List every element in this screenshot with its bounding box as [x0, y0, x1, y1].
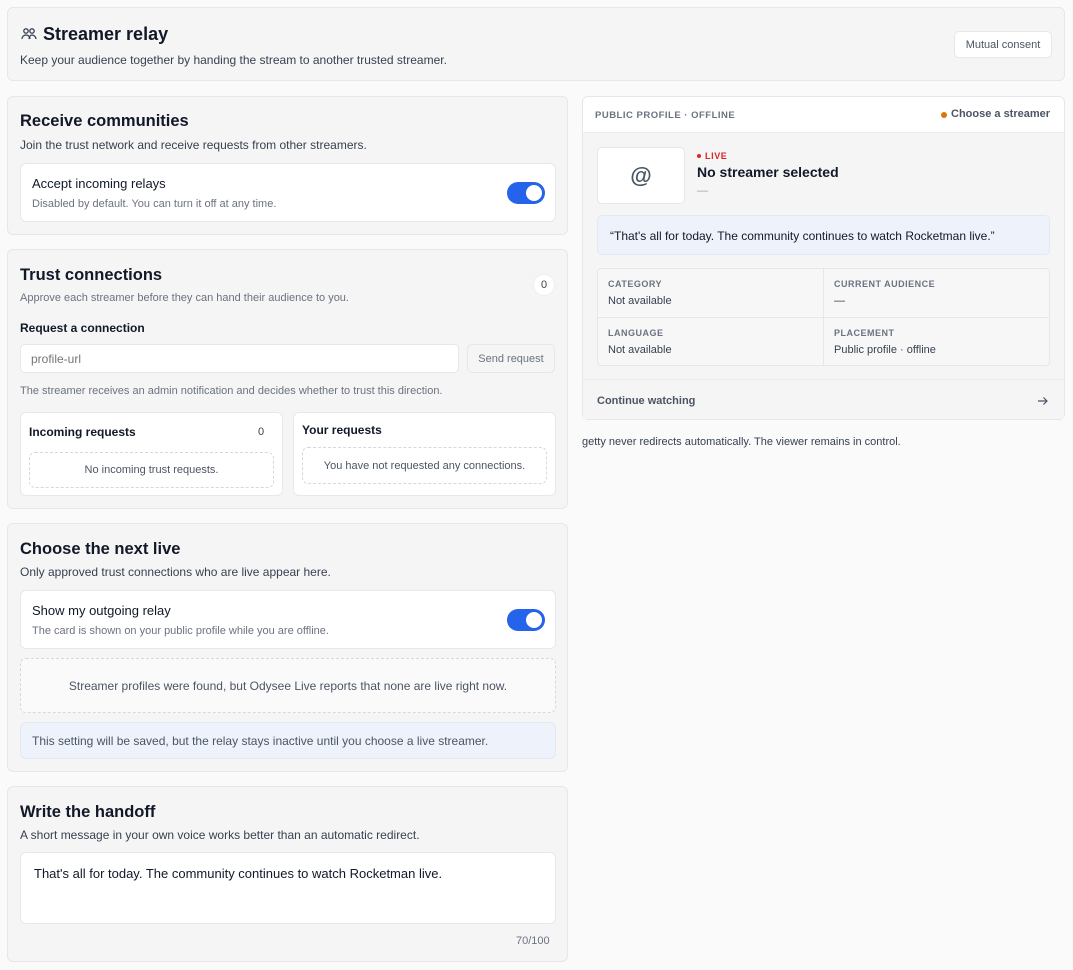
arrow-right-icon — [1037, 394, 1049, 412]
toggle-knob — [526, 185, 542, 201]
handoff-message-textarea[interactable]: That's all for today. The community cont… — [20, 852, 556, 924]
handoff-message-text: That's all for today. The community cont… — [34, 866, 443, 881]
outgoing-relay-row: Show my outgoing relay The card is shown… — [20, 590, 556, 649]
accept-relays-help: Disabled by default. You can turn it off… — [32, 198, 277, 210]
mutual-consent-badge: Mutual consent — [954, 31, 1052, 58]
profile-preview-card: PUBLIC PROFILE · OFFLINE Choose a stream… — [582, 96, 1065, 420]
people-icon — [21, 27, 37, 41]
next-live-title: Choose the next live — [20, 540, 181, 558]
header-panel: Streamer relay Keep your audience togeth… — [7, 7, 1065, 81]
send-request-button[interactable]: Send request — [467, 344, 555, 373]
trust-count-badge: 0 — [533, 274, 555, 296]
grid-value-audience: — — [834, 295, 845, 307]
handoff-char-counter: 70/100 — [516, 935, 550, 947]
incoming-requests-title: Incoming requests — [29, 425, 136, 439]
preview-body: @ LIVE No streamer selected — “That's al… — [583, 133, 1064, 379]
receive-communities-panel: Receive communities Join the trust netwo… — [7, 96, 568, 235]
trust-subtitle: Approve each streamer before they can ha… — [20, 292, 349, 304]
preview-header: PUBLIC PROFILE · OFFLINE Choose a stream… — [583, 97, 1064, 133]
trust-connections-panel: Trust connections Approve each streamer … — [7, 249, 568, 509]
your-requests-card: Your requests You have not requested any… — [293, 412, 556, 496]
no-live-streamers-empty-state: Streamer profiles were found, but Odysee… — [20, 658, 556, 713]
status-dot — [941, 112, 947, 118]
preview-footnote: getty never redirects automatically. The… — [582, 436, 901, 448]
live-label: LIVE — [705, 151, 728, 161]
trust-note: The streamer receives an admin notificat… — [20, 385, 443, 397]
grid-divider-h — [598, 317, 1049, 318]
your-requests-empty-state: You have not requested any connections. — [302, 447, 547, 484]
write-handoff-panel: Write the handoff A short message in you… — [7, 786, 568, 962]
preview-header-label: PUBLIC PROFILE · OFFLINE — [595, 110, 736, 121]
toggle-knob — [526, 612, 542, 628]
streamer-handle: — — [697, 185, 708, 197]
accept-relays-toggle[interactable] — [507, 182, 545, 204]
outgoing-relay-toggle[interactable] — [507, 609, 545, 631]
outgoing-relay-help: The card is shown on your public profile… — [32, 625, 329, 637]
grid-label-language: LANGUAGE — [608, 328, 664, 338]
grid-label-category: CATEGORY — [608, 279, 663, 289]
accept-relays-label: Accept incoming relays — [32, 176, 166, 191]
receive-subtitle: Join the trust network and receive reque… — [20, 138, 367, 152]
receive-title: Receive communities — [20, 112, 189, 130]
grid-value-language: Not available — [608, 344, 672, 356]
preview-quote: “That's all for today. The community con… — [597, 215, 1050, 255]
request-connection-heading: Request a connection — [20, 321, 145, 335]
continue-watching-link[interactable]: Continue watching — [583, 379, 1064, 419]
page-subtitle: Keep your audience together by handing t… — [20, 53, 447, 67]
outgoing-relay-label: Show my outgoing relay — [32, 603, 171, 618]
incoming-empty-state: No incoming trust requests. — [29, 452, 274, 488]
profile-url-input[interactable] — [20, 344, 459, 373]
page-title: Streamer relay — [43, 24, 169, 44]
handoff-subtitle: A short message in your own voice works … — [20, 828, 420, 842]
avatar: @ — [597, 147, 685, 204]
streamer-name: No streamer selected — [697, 164, 839, 180]
trust-title: Trust connections — [20, 266, 163, 284]
preview-status: Choose a streamer — [951, 108, 1051, 120]
your-requests-title: Your requests — [302, 423, 382, 437]
choose-next-live-panel: Choose the next live Only approved trust… — [7, 523, 568, 772]
preview-details-grid: CATEGORY Not available CURRENT AUDIENCE … — [597, 268, 1050, 366]
continue-watching-label: Continue watching — [597, 395, 696, 407]
handoff-title: Write the handoff — [20, 803, 156, 821]
incoming-requests-count: 0 — [258, 426, 265, 438]
next-live-subtitle: Only approved trust connections who are … — [20, 565, 331, 579]
relay-inactive-info: This setting will be saved, but the rela… — [20, 722, 556, 759]
grid-label-placement: PLACEMENT — [834, 328, 895, 338]
accept-relays-row: Accept incoming relays Disabled by defau… — [20, 163, 556, 222]
incoming-requests-card: Incoming requests 0 No incoming trust re… — [20, 412, 283, 496]
grid-value-category: Not available — [608, 295, 672, 307]
live-dot — [697, 154, 701, 158]
grid-value-placement: Public profile · offline — [834, 344, 936, 356]
grid-label-audience: CURRENT AUDIENCE — [834, 279, 936, 289]
